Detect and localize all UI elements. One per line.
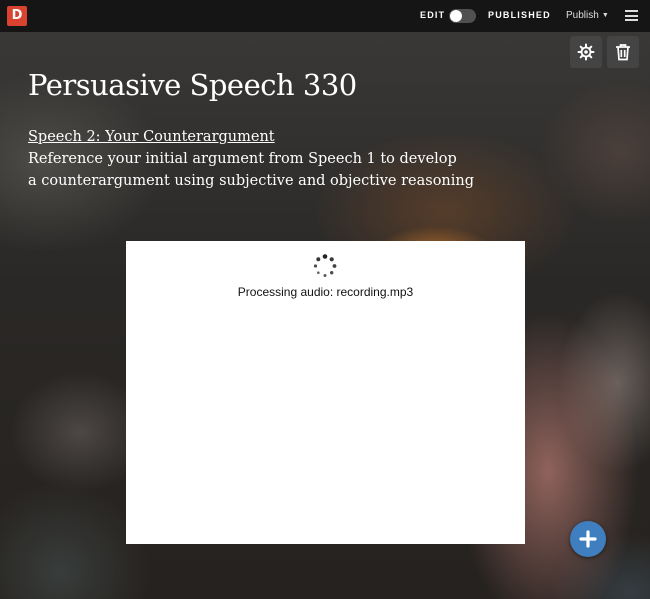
- processing-status-text: Processing audio: recording.mp3: [237, 285, 414, 299]
- delete-button[interactable]: [607, 36, 639, 68]
- add-content-button[interactable]: [570, 521, 606, 557]
- audio-processing-panel: Processing audio: recording.mp3: [126, 241, 525, 544]
- gear-icon: [577, 43, 595, 61]
- app-logo[interactable]: D: [7, 6, 27, 26]
- page-title: Persuasive Speech 330: [28, 68, 357, 102]
- description-line: Reference your initial argument from Spe…: [28, 151, 457, 167]
- trash-icon: [616, 44, 630, 61]
- page-subtitle[interactable]: Speech 2: Your Counterargument: [28, 127, 275, 147]
- loading-spinner-icon: [313, 254, 337, 277]
- edit-label: EDIT: [420, 10, 446, 20]
- settings-button[interactable]: [570, 36, 602, 68]
- toggle-knob: [450, 10, 462, 22]
- caret-down-icon: ▼: [601, 12, 609, 19]
- top-bar: D EDIT PUBLISHED Publish ▼: [0, 0, 650, 32]
- published-label: PUBLISHED: [488, 10, 551, 20]
- publish-dropdown-label: Publish: [566, 10, 599, 21]
- hamburger-menu-icon[interactable]: [625, 10, 638, 21]
- page-description: Reference your initial argument from Spe…: [28, 148, 475, 192]
- publish-dropdown[interactable]: Publish ▼: [566, 10, 609, 21]
- description-line: a counterargument using subjective and o…: [28, 173, 475, 189]
- plus-icon: [579, 530, 597, 548]
- edit-published-toggle[interactable]: [449, 9, 476, 23]
